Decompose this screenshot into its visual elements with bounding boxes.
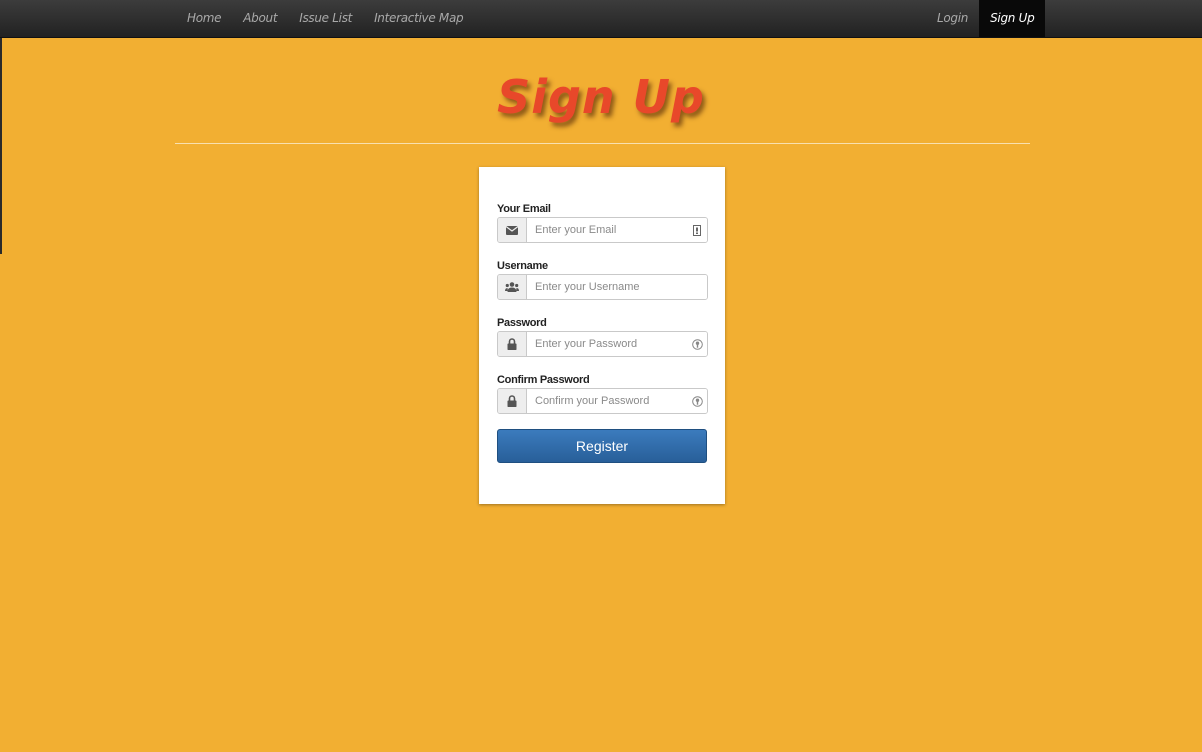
- autofill-card-icon[interactable]: [687, 218, 707, 242]
- top-navbar: Home About Issue List Interactive Map Lo…: [0, 0, 1202, 38]
- username-input-group: [497, 274, 708, 300]
- nav-right-group: Login Sign Up: [926, 0, 1046, 37]
- title-divider: [175, 143, 1030, 144]
- nav-signup-link[interactable]: Sign Up: [979, 0, 1046, 37]
- password-input[interactable]: [527, 332, 687, 356]
- nav-home-link[interactable]: Home: [176, 0, 232, 37]
- confirm-password-input-group: [497, 388, 708, 414]
- register-button[interactable]: Register: [497, 429, 707, 463]
- nav-login-link[interactable]: Login: [926, 0, 979, 37]
- username-label: Username: [497, 260, 548, 272]
- page-title: Sign Up: [497, 70, 705, 124]
- envelope-icon: [498, 218, 527, 242]
- nav-issue-list-link[interactable]: Issue List: [288, 0, 363, 37]
- password-manager-icon[interactable]: [687, 332, 707, 356]
- users-icon: [498, 275, 527, 299]
- nav-left-group: Home About Issue List Interactive Map: [176, 0, 474, 37]
- lock-icon: [498, 389, 527, 413]
- password-manager-icon[interactable]: [687, 389, 707, 413]
- confirm-password-label: Confirm Password: [497, 374, 590, 386]
- nav-interactive-map-link[interactable]: Interactive Map: [363, 0, 474, 37]
- username-input[interactable]: [527, 275, 707, 299]
- confirm-password-input[interactable]: [527, 389, 687, 413]
- email-input[interactable]: [527, 218, 687, 242]
- password-input-group: [497, 331, 708, 357]
- email-label: Your Email: [497, 203, 551, 215]
- password-label: Password: [497, 317, 547, 329]
- signup-card: Your Email Username: [479, 167, 725, 504]
- nav-about-link[interactable]: About: [232, 0, 288, 37]
- lock-icon: [498, 332, 527, 356]
- email-input-group: [497, 217, 708, 243]
